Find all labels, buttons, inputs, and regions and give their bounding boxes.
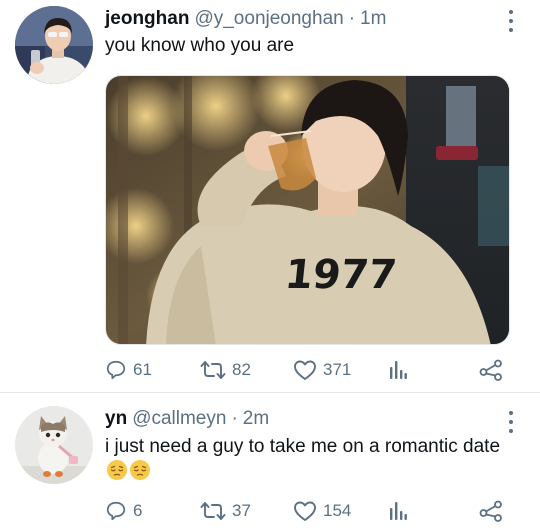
- retweet-button[interactable]: 82: [200, 357, 251, 383]
- tweet-actions: 61 82 371: [105, 357, 510, 383]
- reply-button[interactable]: 61: [105, 357, 152, 383]
- user-handle[interactable]: @y_oonjeonghan: [194, 8, 343, 30]
- share-button[interactable]: [479, 498, 503, 524]
- tweet-header: yn @callmeyn · 2m: [105, 408, 269, 434]
- tweet-2[interactable]: yn @callmeyn · 2m i just need a guy to t…: [0, 393, 540, 530]
- retweet-count: 82: [232, 360, 251, 379]
- reply-button[interactable]: 6: [105, 498, 142, 524]
- more-options-icon[interactable]: [508, 10, 514, 32]
- pensive-face-emoji-icon: [130, 460, 150, 480]
- separator-dot: ·: [231, 408, 238, 429]
- like-button[interactable]: 371: [293, 357, 351, 383]
- timestamp[interactable]: 2m: [243, 408, 269, 430]
- reply-count: 6: [133, 501, 143, 520]
- avatar-jeonghan[interactable]: [15, 6, 93, 84]
- separator-dot: ·: [348, 8, 356, 29]
- display-name[interactable]: jeonghan: [105, 8, 189, 30]
- analytics-button[interactable]: [388, 357, 408, 383]
- reply-count: 61: [133, 360, 152, 379]
- like-count: 371: [323, 360, 352, 379]
- retweet-button[interactable]: 37: [200, 498, 251, 524]
- retweet-arrows-icon: [200, 502, 226, 520]
- pensive-face-emoji-icon: [107, 460, 127, 480]
- bar-chart-icon: [390, 361, 407, 379]
- speech-bubble-icon: [106, 501, 126, 521]
- tweet-actions: 6 37 154: [105, 498, 510, 524]
- bar-chart-icon: [390, 502, 407, 520]
- share-button[interactable]: [479, 357, 503, 383]
- tweet-text: you know who you are: [105, 35, 295, 56]
- retweet-arrows-icon: [200, 361, 226, 379]
- analytics-button[interactable]: [388, 498, 408, 524]
- shirt-print-text: 1977: [283, 252, 399, 298]
- like-count: 154: [323, 501, 352, 520]
- like-button[interactable]: 154: [293, 498, 351, 524]
- share-nodes-icon: [479, 500, 502, 522]
- heart-outline-icon: [294, 501, 316, 521]
- tweet-1[interactable]: jeonghan @y_oonjeonghan · 1m you know wh…: [0, 0, 540, 392]
- timestamp[interactable]: 1m: [360, 8, 386, 30]
- speech-bubble-icon: [106, 360, 126, 380]
- tweet-text: i just need a guy to take me on a romant…: [105, 436, 501, 457]
- user-handle[interactable]: @callmeyn: [132, 408, 226, 430]
- tweet-media-photo[interactable]: 1977: [105, 75, 510, 345]
- tweet-header: jeonghan @y_oonjeonghan · 1m: [105, 8, 386, 34]
- share-nodes-icon: [479, 359, 502, 381]
- tweet-text-container: i just need a guy to take me on a romant…: [105, 435, 515, 484]
- more-options-icon[interactable]: [508, 411, 514, 433]
- retweet-count: 37: [232, 501, 251, 520]
- avatar-yn[interactable]: [15, 406, 93, 484]
- heart-outline-icon: [294, 360, 316, 380]
- display-name[interactable]: yn: [105, 408, 127, 430]
